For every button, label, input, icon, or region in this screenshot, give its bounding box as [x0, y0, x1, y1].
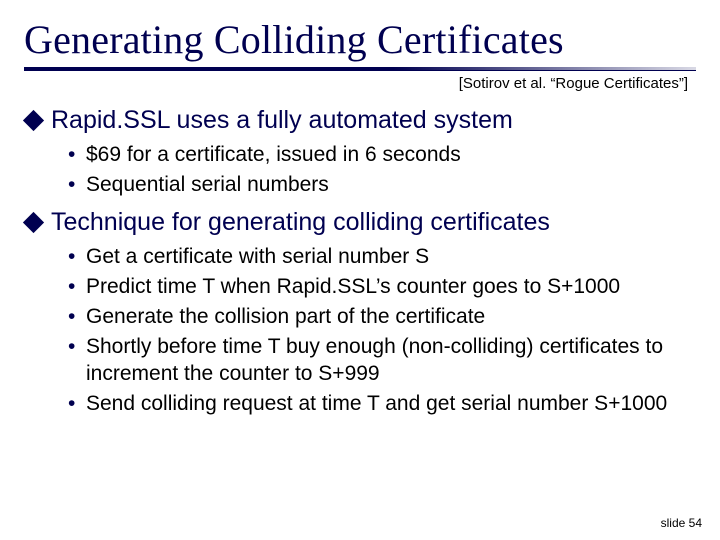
- list-item: Predict time T when Rapid.SSL’s counter …: [68, 273, 696, 301]
- list-item: Send colliding request at time T and get…: [68, 390, 696, 418]
- section-heading: Rapid.SSL uses a fully automated system: [51, 106, 513, 135]
- list-item: $69 for a certificate, issued in 6 secon…: [68, 141, 696, 169]
- slide: Generating Colliding Certificates [Sotir…: [0, 0, 720, 540]
- list-item: Shortly before time T buy enough (non-co…: [68, 333, 696, 388]
- list-item: Generate the collision part of the certi…: [68, 303, 696, 331]
- section-1: Rapid.SSL uses a fully automated system …: [24, 106, 696, 198]
- diamond-bullet-icon: [23, 110, 44, 131]
- diamond-bullet-icon: [23, 212, 44, 233]
- section-heading-row: Technique for generating colliding certi…: [24, 208, 696, 237]
- section-heading-row: Rapid.SSL uses a fully automated system: [24, 106, 696, 135]
- list-item: Sequential serial numbers: [68, 171, 696, 199]
- attribution: [Sotirov et al. “Rogue Certificates”]: [24, 75, 688, 92]
- title-rule: [24, 67, 696, 71]
- section-heading: Technique for generating colliding certi…: [51, 208, 550, 237]
- section-2-list: Get a certificate with serial number S P…: [24, 243, 696, 417]
- slide-number: slide 54: [661, 516, 702, 530]
- section-1-list: $69 for a certificate, issued in 6 secon…: [24, 141, 696, 198]
- section-2: Technique for generating colliding certi…: [24, 208, 696, 417]
- list-item: Get a certificate with serial number S: [68, 243, 696, 271]
- slide-title: Generating Colliding Certificates: [24, 16, 696, 63]
